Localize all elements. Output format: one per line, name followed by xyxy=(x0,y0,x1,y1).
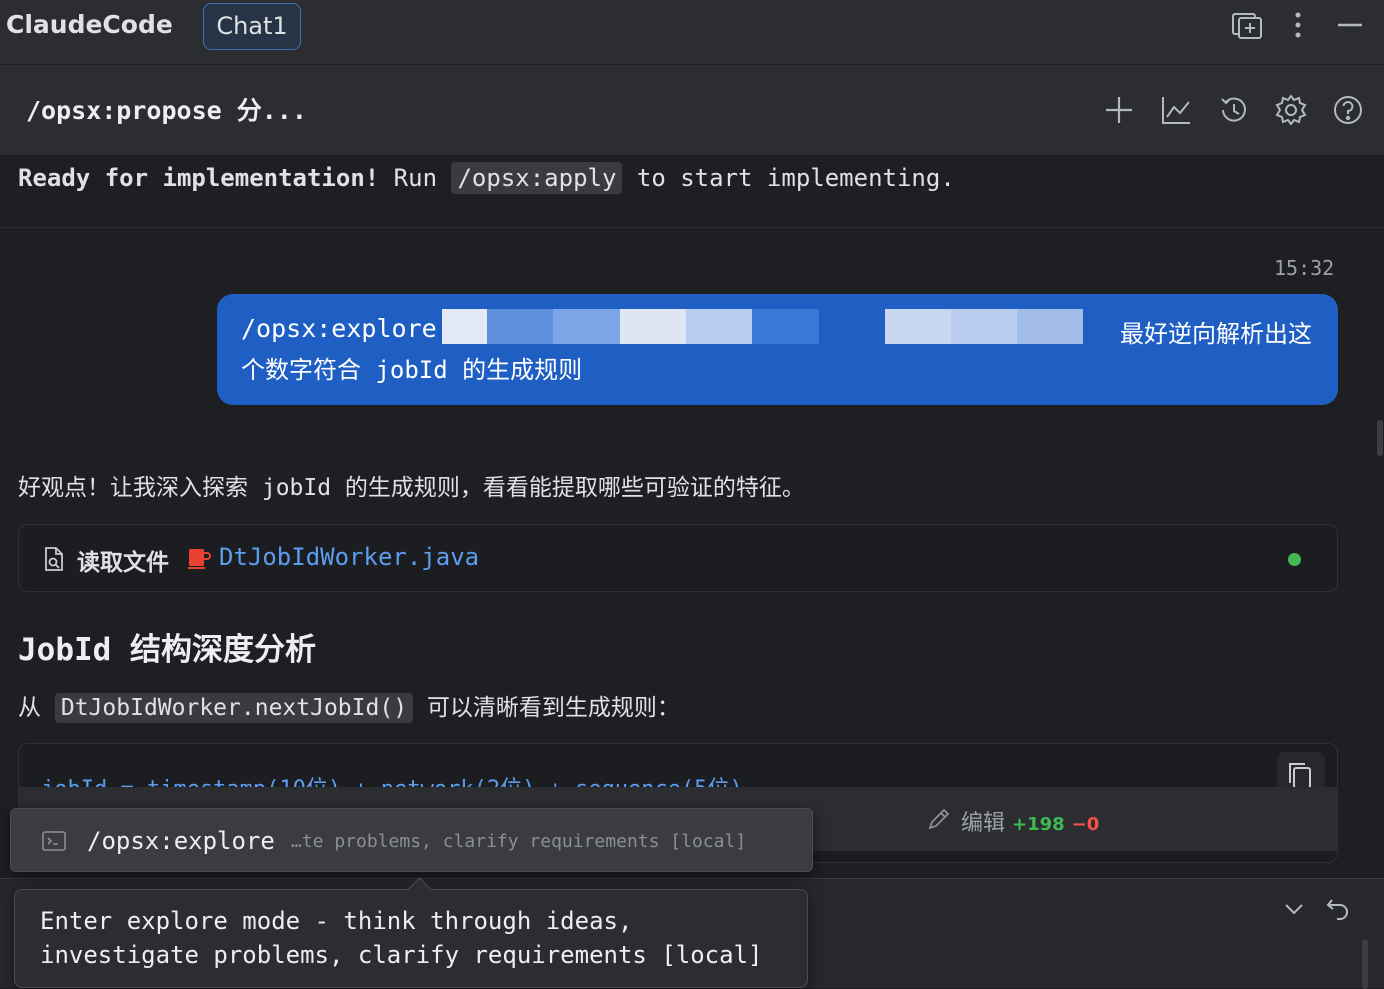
tooltip-line-1: Enter explore mode - think through ideas… xyxy=(40,907,633,935)
assistant-reply: 好观点！让我深入探索 jobId 的生成规则，看看能提取哪些可验证的特征。 xyxy=(18,475,805,501)
status-indicator xyxy=(1288,553,1301,566)
input-scrollbar[interactable] xyxy=(1362,939,1368,989)
ready-run-text: Run xyxy=(379,164,452,192)
subtext-suffix: 可以清晰看到生成规则： xyxy=(413,695,680,721)
redacted-block xyxy=(553,309,620,344)
new-window-icon[interactable] xyxy=(1230,8,1264,42)
java-file-icon xyxy=(187,545,211,571)
redacted-block xyxy=(442,309,487,344)
user-command: /opsx:explore xyxy=(241,314,437,343)
divider xyxy=(0,227,1384,228)
redacted-block xyxy=(752,309,819,344)
command-suggestion[interactable]: /opsx:explore …te problems, clarify requ… xyxy=(10,808,813,872)
redacted-block xyxy=(1017,309,1083,344)
minimize-icon[interactable] xyxy=(1334,8,1366,42)
title-bar: ClaudeCode Chat1 xyxy=(0,0,1384,64)
suggestion-tooltip: Enter explore mode - think through ideas… xyxy=(14,877,808,988)
plus-icon[interactable] xyxy=(1102,93,1136,127)
message-timestamp: 15:32 xyxy=(1274,256,1335,280)
method-code: DtJobIdWorker.nextJobId() xyxy=(54,693,414,723)
section-heading: JobId 结构深度分析 xyxy=(18,632,316,668)
chevron-down-icon[interactable] xyxy=(1280,895,1308,923)
settings-icon[interactable] xyxy=(1274,93,1308,127)
app-name: ClaudeCode xyxy=(6,10,173,39)
assistant-ready-message: Ready for implementation! Run /opsx:appl… xyxy=(18,162,955,194)
ready-suffix-text: to start implementing. xyxy=(622,164,955,192)
user-message-line2: 个数字符合 jobId 的生成规则 xyxy=(241,356,583,384)
suggestion-description: …te problems, clarify requirements [loca… xyxy=(291,831,747,852)
help-icon[interactable] xyxy=(1331,93,1365,127)
user-message-tail: 最好逆向解析出这 xyxy=(1120,320,1312,348)
edit-text: 编辑 xyxy=(961,811,1006,836)
user-message-bubble: /opsx:explore 最好逆向解析出这 个数字符合 jobId 的生成规则 xyxy=(217,294,1338,405)
history-icon[interactable] xyxy=(1217,93,1251,127)
conversation-scrollbar[interactable] xyxy=(1377,420,1383,456)
tooltip-line-2: investigate problems, clarify requiremen… xyxy=(40,941,763,969)
terminal-icon xyxy=(41,829,67,853)
redacted-block xyxy=(487,309,553,344)
file-link[interactable]: DtJobIdWorker.java xyxy=(219,543,479,571)
subtext-prefix: 从 xyxy=(18,695,55,721)
tab-chat1[interactable]: Chat1 xyxy=(203,3,301,50)
tool-label: 读取文件 xyxy=(77,550,169,576)
redacted-block xyxy=(885,309,951,344)
lines-removed: −0 xyxy=(1071,814,1100,835)
undo-icon[interactable] xyxy=(1324,895,1352,923)
lines-added: +198 xyxy=(1012,814,1065,835)
suggestion-command: /opsx:explore xyxy=(87,827,275,855)
more-vertical-icon[interactable] xyxy=(1286,8,1310,42)
tool-call-read-file[interactable]: 读取文件 DtJobIdWorker.java xyxy=(18,524,1338,592)
session-header: /opsx:propose 分... xyxy=(0,64,1384,155)
pencil-icon xyxy=(925,805,953,833)
redacted-block xyxy=(620,309,686,344)
redacted-block xyxy=(686,309,752,344)
apply-command-code: /opsx:apply xyxy=(451,162,623,194)
edit-label: 编辑 +198 −0 xyxy=(961,805,1099,837)
redacted-block xyxy=(951,309,1017,344)
section-subtext: 从 DtJobIdWorker.nextJobId() 可以清晰看到生成规则： xyxy=(18,688,680,723)
ready-bold-text: Ready for implementation! xyxy=(18,164,380,192)
file-read-icon xyxy=(41,545,67,573)
session-title[interactable]: /opsx:propose 分... xyxy=(26,91,307,127)
chart-icon[interactable] xyxy=(1159,93,1193,127)
